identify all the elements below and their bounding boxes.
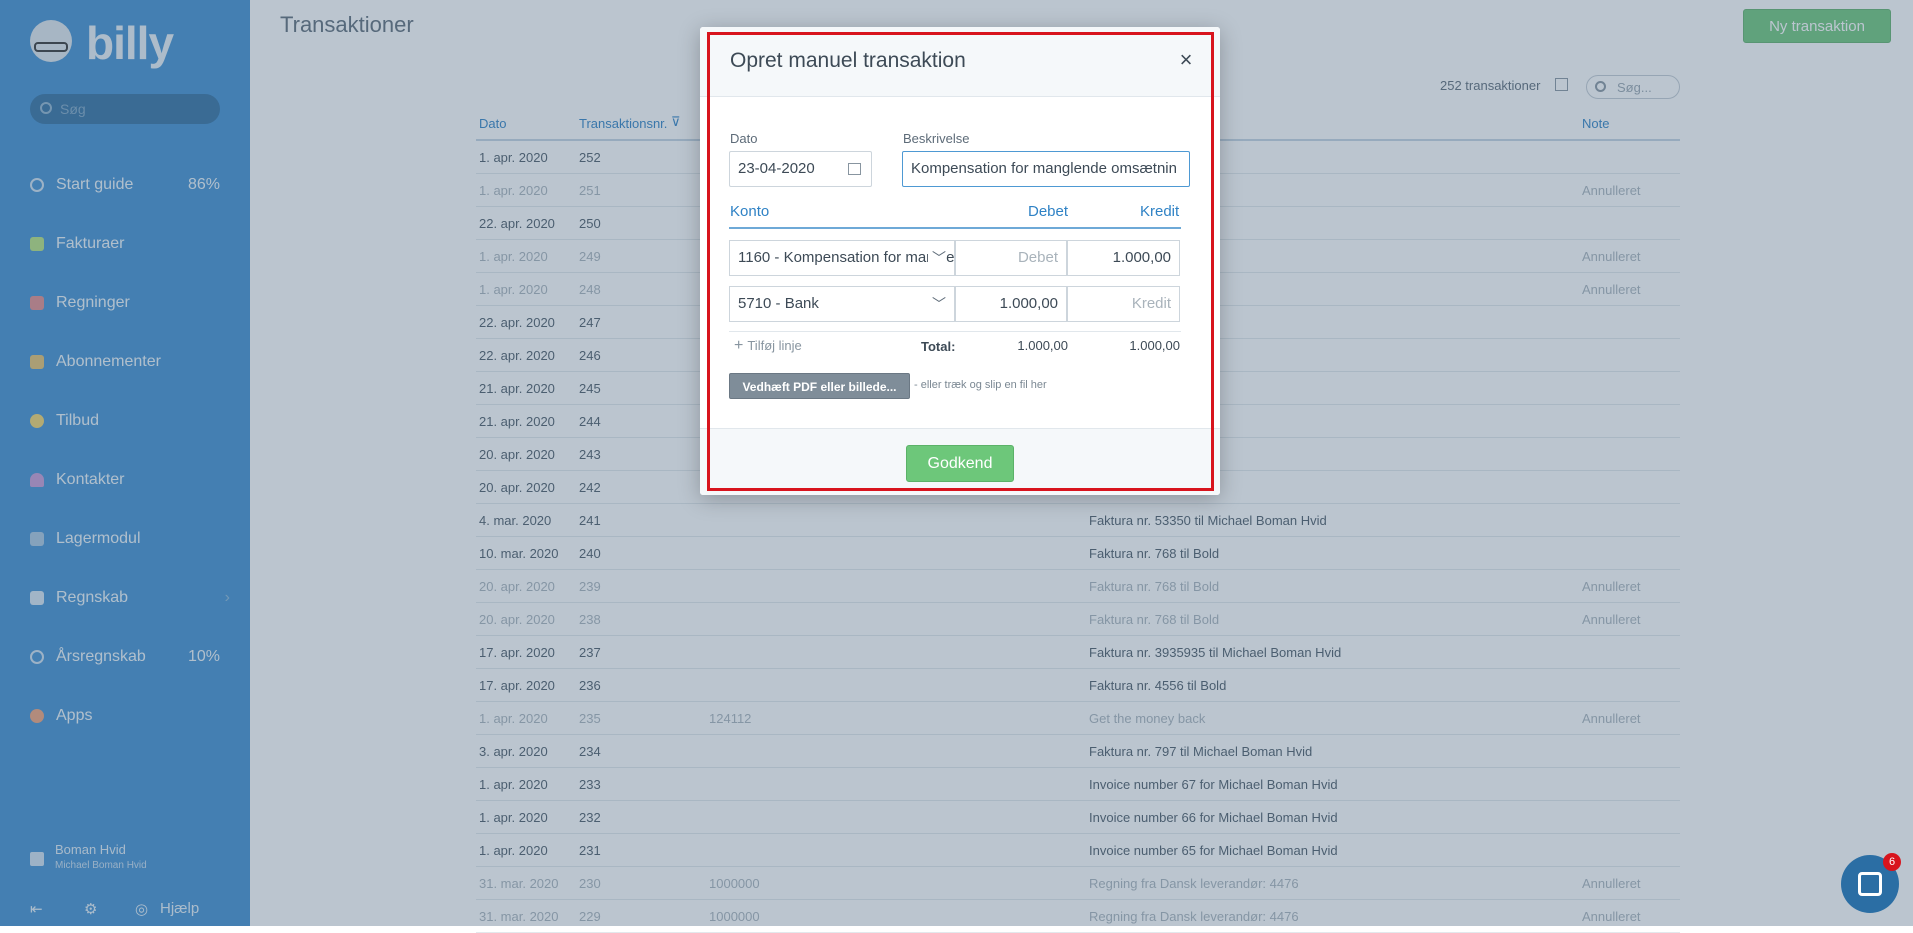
debit-input-line-1[interactable]: Debet — [955, 240, 1067, 276]
credit-input-line-1[interactable]: 1.000,00 — [1067, 240, 1180, 276]
column-account: Konto — [730, 203, 770, 220]
close-icon[interactable]: × — [1175, 49, 1197, 71]
add-line-label: Tilføj linje — [747, 338, 802, 353]
column-debit: Debet — [1028, 203, 1069, 220]
description-field[interactable]: Kompensation for manglende omsætnin — [902, 151, 1190, 187]
account-select-line-1[interactable]: 1160 - Kompensation for manglende omsætn… — [729, 240, 955, 276]
dialog-title: Opret manuel transaktion — [730, 49, 966, 72]
date-value: 23-04-2020 — [738, 160, 815, 177]
debit-input-line-2[interactable]: 1.000,00 — [955, 286, 1067, 322]
dialog-header: Opret manuel transaktion × — [700, 27, 1220, 97]
chevron-down-icon: ﹀ — [928, 241, 946, 275]
table-header-divider — [729, 227, 1181, 229]
manual-transaction-dialog: Opret manuel transaktion × Dato 23-04-20… — [700, 27, 1220, 495]
account-value: 1160 - Kompensation for manglende omsætn… — [738, 249, 954, 266]
chat-launcher[interactable]: 6 — [1841, 853, 1901, 913]
description-label: Beskrivelse — [903, 131, 970, 146]
add-line-button[interactable]: + Tilføj linje — [734, 337, 802, 355]
calendar-icon[interactable] — [848, 163, 861, 175]
dialog-footer: Godkend — [700, 428, 1220, 495]
drop-zone-hint: - eller træk og slip en fil her — [914, 379, 1047, 391]
chat-icon — [1858, 872, 1882, 896]
notification-badge: 6 — [1883, 853, 1901, 871]
attach-file-button[interactable]: Vedhæft PDF eller billede... — [729, 373, 910, 399]
date-label: Dato — [730, 131, 758, 146]
totals-divider — [729, 331, 1181, 332]
total-debit: 1.000,00 — [1017, 338, 1068, 353]
chevron-down-icon: ﹀ — [932, 296, 946, 312]
total-label: Total: — [921, 339, 956, 354]
approve-button[interactable]: Godkend — [906, 445, 1014, 482]
account-value: 5710 - Bank — [738, 295, 819, 312]
account-select-line-2[interactable]: 5710 - Bank ﹀ — [729, 286, 955, 322]
total-credit: 1.000,00 — [1129, 338, 1180, 353]
column-credit: Kredit — [1140, 203, 1180, 220]
date-field[interactable]: 23-04-2020 — [729, 151, 872, 187]
plus-icon: + — [734, 337, 744, 354]
credit-input-line-2[interactable]: Kredit — [1067, 286, 1180, 322]
